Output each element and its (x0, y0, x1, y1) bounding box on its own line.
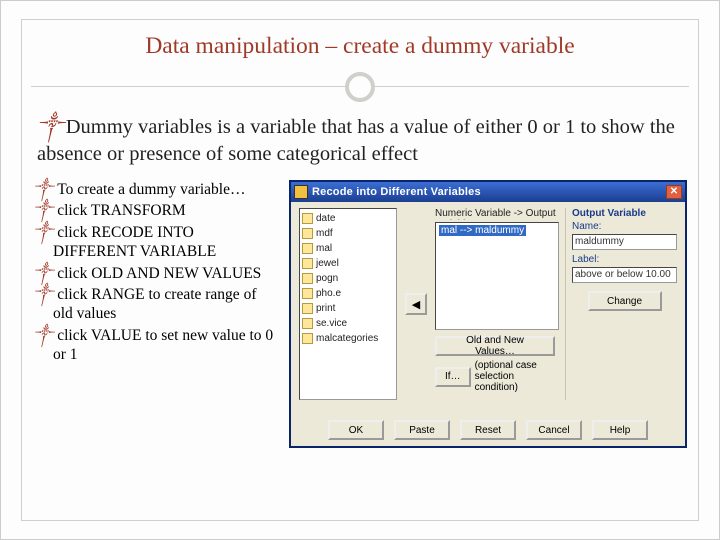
step-text: click OLD AND NEW VALUES (57, 265, 261, 282)
if-caption: (optional case selection condition) (475, 360, 559, 393)
step-text: click VALUE to set new value to 0 or 1 (53, 327, 273, 363)
variable-list[interactable]: date mdf mal jewel pogn pho.e print se.v… (299, 208, 397, 400)
mid-buttons: Old and New Values… (435, 336, 559, 356)
step-text: To create a dummy variable… (57, 181, 245, 198)
close-icon: ✕ (670, 187, 678, 197)
name-input[interactable]: maldummy (572, 234, 677, 250)
output-section-label: Output Variable (572, 208, 677, 219)
list-item[interactable]: pogn (302, 271, 394, 286)
bullet-glyph-icon: ༒ (33, 327, 53, 344)
variable-name: pogn (316, 273, 338, 284)
list-item[interactable]: jewel (302, 256, 394, 271)
name-label: Name: (572, 221, 677, 232)
variable-icon (302, 288, 313, 299)
variable-name: pho.e (316, 288, 341, 299)
close-button[interactable]: ✕ (666, 185, 682, 199)
recode-dialog: Recode into Different Variables ✕ date m… (289, 180, 687, 448)
list-item[interactable]: date (302, 211, 394, 226)
variable-name: mal (316, 243, 332, 254)
slide: Data manipulation – create a dummy varia… (0, 0, 720, 540)
step-text: click RECODE INTO DIFFERENT VARIABLE (53, 224, 216, 260)
variable-icon (302, 213, 313, 224)
step-text: click TRANSFORM (57, 202, 185, 219)
label-label: Label: (572, 254, 677, 265)
cancel-button[interactable]: Cancel (526, 420, 582, 440)
ok-button[interactable]: OK (328, 420, 384, 440)
bullet-glyph-icon: ༒ (37, 116, 64, 138)
list-item: ༒click TRANSFORM (33, 201, 279, 220)
divider-circle-icon (345, 72, 375, 102)
target-listbox[interactable]: mal --> maldummy (435, 222, 559, 330)
step-text: click RANGE to create range of old value… (53, 286, 256, 322)
variable-icon (302, 273, 313, 284)
list-item[interactable]: pho.e (302, 286, 394, 301)
variable-name: malcategories (316, 333, 378, 344)
list-item: ༒To create a dummy variable… (33, 180, 279, 199)
list-item[interactable]: mdf (302, 226, 394, 241)
paste-button[interactable]: Paste (394, 420, 450, 440)
variable-name: se.vice (316, 318, 347, 329)
list-item[interactable]: malcategories (302, 331, 394, 346)
app-icon (294, 185, 308, 199)
intro-text: Dummy variables is a variable that has a… (37, 116, 675, 165)
arrow-left-icon: ◀ (412, 298, 420, 311)
dialog-button-row: OK Paste Reset Cancel Help (291, 420, 685, 440)
variable-name: mdf (316, 228, 333, 239)
list-item: ༒click RECODE INTO DIFFERENT VARIABLE (33, 223, 279, 262)
bullet-glyph-icon: ༒ (33, 202, 53, 219)
list-item: ༒click OLD AND NEW VALUES (33, 264, 279, 283)
reset-button[interactable]: Reset (460, 420, 516, 440)
variable-icon (302, 243, 313, 254)
list-item[interactable]: print (302, 301, 394, 316)
target-selected-item[interactable]: mal --> maldummy (439, 225, 526, 236)
list-item: ༒click RANGE to create range of old valu… (33, 285, 279, 324)
variable-name: date (316, 213, 335, 224)
variable-icon (302, 258, 313, 269)
label-input[interactable]: above or below 10.00 (572, 267, 677, 283)
intro-paragraph: ༒Dummy variables is a variable that has … (37, 114, 683, 168)
if-button[interactable]: If… (435, 367, 471, 387)
bullet-glyph-icon: ༒ (33, 181, 53, 198)
help-button[interactable]: Help (592, 420, 648, 440)
bullet-glyph-icon: ༒ (33, 286, 53, 303)
target-column: Numeric Variable -> Output Variable: mal… (435, 208, 559, 400)
variable-name: jewel (316, 258, 339, 269)
dialog-body: date mdf mal jewel pogn pho.e print se.v… (291, 202, 685, 406)
list-item[interactable]: se.vice (302, 316, 394, 331)
dialog-titlebar[interactable]: Recode into Different Variables ✕ (291, 182, 685, 202)
bullet-glyph-icon: ༒ (33, 265, 53, 282)
variable-icon (302, 228, 313, 239)
change-button[interactable]: Change (588, 291, 662, 311)
variable-icon (302, 333, 313, 344)
variable-name: print (316, 303, 335, 314)
bullet-glyph-icon: ༒ (33, 224, 53, 241)
list-item: ༒click VALUE to set new value to 0 or 1 (33, 326, 279, 365)
list-item[interactable]: mal (302, 241, 394, 256)
divider (29, 68, 691, 108)
if-row: If… (optional case selection condition) (435, 360, 559, 393)
old-and-new-values-button[interactable]: Old and New Values… (435, 336, 555, 356)
variable-icon (302, 303, 313, 314)
dialog-title: Recode into Different Variables (312, 186, 666, 198)
slide-title: Data manipulation – create a dummy varia… (29, 33, 691, 60)
variable-icon (302, 318, 313, 329)
move-variable-button[interactable]: ◀ (405, 293, 427, 315)
output-variable-panel: Output Variable Name: maldummy Label: ab… (565, 208, 677, 400)
content-columns: ༒To create a dummy variable… ༒click TRAN… (33, 180, 687, 448)
target-label: Numeric Variable -> Output Variable: (435, 208, 559, 220)
steps-list: ༒To create a dummy variable… ༒click TRAN… (33, 180, 279, 448)
